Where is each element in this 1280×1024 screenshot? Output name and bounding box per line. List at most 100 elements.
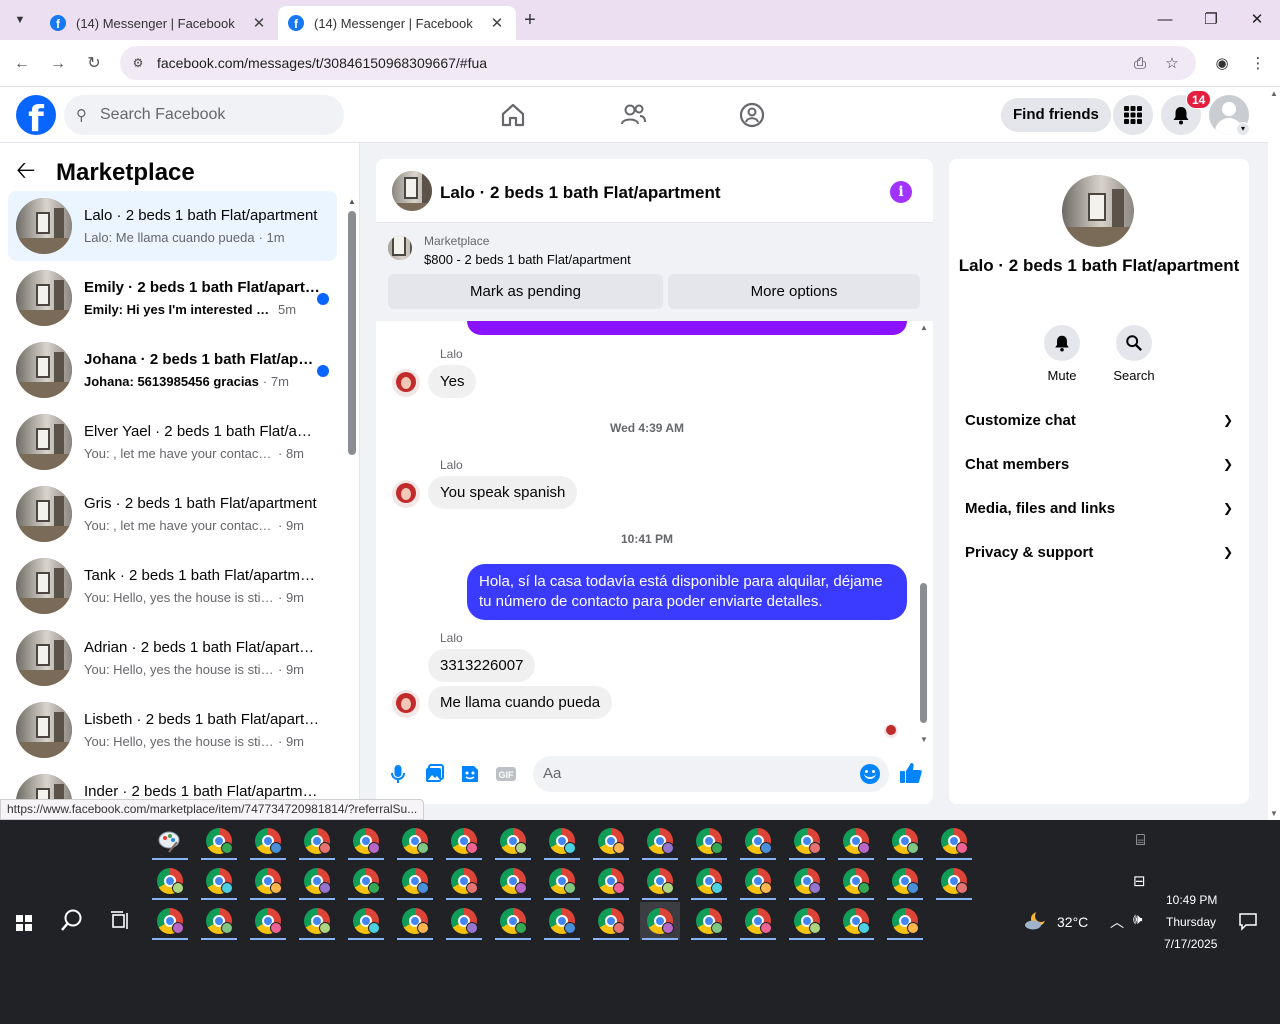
taskbar-chrome-window-icon[interactable] — [885, 902, 925, 940]
scrollbar-thumb[interactable] — [920, 583, 927, 723]
profile-icon[interactable]: ◉ — [1212, 54, 1232, 74]
browser-tab-2[interactable]: f (14) Messenger | Facebook ✕ — [278, 6, 516, 40]
conversation-item[interactable]: Emily · 2 beds 1 bath Flat/apartment Emil… — [8, 263, 337, 333]
speaker-volume-icon[interactable]: 🕪 — [1133, 911, 1142, 928]
taskbar-chrome-window-icon[interactable] — [444, 902, 484, 940]
taskbar-chrome-window-icon[interactable] — [591, 822, 631, 860]
close-window-icon[interactable]: ✕ — [1242, 8, 1272, 32]
close-tab-icon[interactable]: ✕ — [250, 14, 268, 32]
taskbar-chrome-window-icon[interactable] — [738, 862, 778, 900]
privacy-support-row[interactable]: Privacy & support ❯ — [965, 537, 1233, 567]
incoming-message-bubble[interactable]: You speak spanish — [428, 476, 578, 509]
photo-icon[interactable] — [422, 762, 446, 786]
mark-as-pending-button[interactable]: Mark as pending — [388, 274, 663, 309]
camera-monitor-icon[interactable]: ⌸ — [1136, 832, 1145, 849]
conversation-item[interactable]: Lalo · 2 beds 1 bath Flat/apartment Lalo:… — [8, 191, 337, 261]
taskbar-chrome-window-icon[interactable] — [346, 902, 386, 940]
conversation-item[interactable]: Lisbeth · 2 beds 1 bath Flat/apartment Yo… — [8, 695, 337, 765]
weather-moon-icon[interactable] — [1024, 910, 1048, 937]
taskbar-chrome-window-icon[interactable] — [444, 822, 484, 860]
page-scrollbar[interactable]: ▲ ▼ — [1268, 87, 1280, 820]
conversation-list-scrollbar[interactable]: ▲ — [347, 195, 357, 815]
close-tab-icon[interactable]: ✕ — [488, 14, 506, 32]
conversation-item[interactable]: Johana · 2 beds 1 bath Flat/apartment Joh… — [8, 335, 337, 405]
minimize-icon[interactable]: — — [1150, 8, 1180, 32]
groups-icon[interactable] — [738, 101, 766, 129]
chat-title[interactable]: Lalo · 2 beds 1 bath Flat/apartment — [440, 183, 721, 203]
taskbar-chrome-window-icon[interactable] — [787, 822, 827, 860]
menu-grid-button[interactable] — [1113, 95, 1153, 135]
taskbar-chrome-window-icon[interactable] — [395, 822, 435, 860]
reload-icon[interactable]: ↻ — [82, 52, 106, 76]
message-input[interactable]: Aa — [533, 756, 889, 792]
listing-large-thumbnail[interactable] — [1062, 175, 1134, 247]
taskbar-chrome-window-icon[interactable] — [934, 822, 974, 860]
more-options-button[interactable]: More options — [668, 274, 920, 309]
taskbar-chrome-window-icon[interactable] — [934, 862, 974, 900]
gif-icon[interactable]: GIF — [494, 762, 518, 786]
taskbar-chrome-window-icon[interactable] — [444, 862, 484, 900]
taskbar-chrome-window-icon[interactable] — [248, 822, 288, 860]
taskbar-chrome-window-icon[interactable] — [346, 862, 386, 900]
url-text[interactable]: facebook.com/messages/t/3084615096830966… — [157, 55, 487, 71]
microphone-icon[interactable] — [386, 762, 410, 786]
back-arrow-icon[interactable]: ← — [10, 52, 34, 76]
facebook-search-input[interactable]: ⚲ Search Facebook — [64, 95, 344, 135]
address-bar[interactable]: ⚙ facebook.com/messages/t/30846150968309… — [120, 46, 1196, 80]
tray-chevron-up-icon[interactable]: ︿ — [1110, 912, 1124, 932]
taskbar-chrome-window-icon[interactable] — [199, 902, 239, 940]
conversation-item[interactable]: Elver Yael · 2 beds 1 bath Flat/apartmen… — [8, 407, 337, 477]
customize-chat-row[interactable]: Customize chat ❯ — [965, 405, 1233, 435]
taskbar-chrome-window-icon[interactable] — [885, 862, 925, 900]
scroll-up-arrow-icon[interactable]: ▲ — [1270, 89, 1278, 98]
home-icon[interactable] — [499, 101, 527, 129]
clock-time[interactable]: 10:49 PM — [1166, 893, 1217, 907]
new-tab-button[interactable]: + — [518, 9, 542, 33]
taskbar-chrome-window-icon[interactable] — [150, 862, 190, 900]
incoming-message-bubble[interactable]: Me llama cuando pueda — [428, 686, 613, 719]
taskbar-app-paint-icon[interactable] — [150, 822, 190, 860]
thumbs-up-like-icon[interactable] — [898, 760, 924, 786]
taskbar-chrome-window-icon[interactable] — [640, 862, 680, 900]
install-app-icon[interactable]: ⎙ — [1130, 54, 1150, 74]
taskbar-chrome-window-icon[interactable] — [346, 822, 386, 860]
find-friends-button[interactable]: Find friends — [1001, 98, 1111, 132]
temperature-text[interactable]: 32°C — [1057, 914, 1088, 930]
taskbar-chrome-window-icon[interactable] — [493, 822, 533, 860]
scroll-up-arrow-icon[interactable]: ▲ — [920, 323, 928, 332]
scrollbar-thumb[interactable] — [348, 211, 356, 455]
taskbar-chrome-window-icon[interactable] — [689, 862, 729, 900]
scroll-down-arrow-icon[interactable]: ▼ — [920, 735, 928, 744]
info-icon[interactable]: i — [890, 181, 912, 203]
taskbar-chrome-window-icon[interactable] — [738, 902, 778, 940]
taskbar-chrome-window-icon[interactable] — [836, 902, 876, 940]
taskbar-chrome-window-icon[interactable] — [297, 862, 337, 900]
sender-avatar[interactable] — [392, 480, 420, 508]
conversation-item[interactable]: Tank · 2 beds 1 bath Flat/apartment You: … — [8, 551, 337, 621]
bookmark-star-icon[interactable]: ☆ — [1162, 54, 1182, 74]
chat-members-row[interactable]: Chat members ❯ — [965, 449, 1233, 479]
taskbar-chrome-window-icon[interactable] — [395, 862, 435, 900]
taskbar-chrome-window-icon[interactable] — [542, 822, 582, 860]
taskbar-chrome-window-icon[interactable] — [885, 822, 925, 860]
incoming-message-bubble[interactable]: 3313226007 — [428, 649, 536, 682]
chat-scrollbar[interactable]: ▲ ▼ — [918, 321, 930, 746]
sticker-icon[interactable] — [458, 762, 482, 786]
clock-day[interactable]: Thursday — [1166, 915, 1216, 929]
taskbar-chrome-window-icon[interactable] — [395, 902, 435, 940]
sender-avatar[interactable] — [392, 369, 420, 397]
taskbar-chrome-window-icon[interactable] — [689, 822, 729, 860]
search-icon[interactable] — [60, 908, 84, 940]
taskbar-chrome-window-icon[interactable] — [493, 902, 533, 940]
restore-icon[interactable]: ❐ — [1196, 8, 1226, 32]
conversation-item[interactable]: Gris · 2 beds 1 bath Flat/apartment You: … — [8, 479, 337, 549]
back-arrow-icon[interactable]: 🡠 — [16, 153, 46, 194]
emoji-icon[interactable] — [860, 764, 880, 784]
friends-icon[interactable] — [619, 101, 647, 129]
windows-start-icon[interactable] — [16, 915, 32, 931]
notification-center-icon[interactable] — [1238, 911, 1258, 936]
mute-button[interactable]: Mute — [1032, 325, 1092, 383]
browser-tab-1[interactable]: f (14) Messenger | Facebook ✕ — [40, 6, 278, 40]
account-chevron-icon[interactable]: ▾ — [1236, 122, 1250, 136]
outgoing-message-bubble[interactable]: Hola, sí la casa todavía está disponible… — [467, 564, 907, 620]
